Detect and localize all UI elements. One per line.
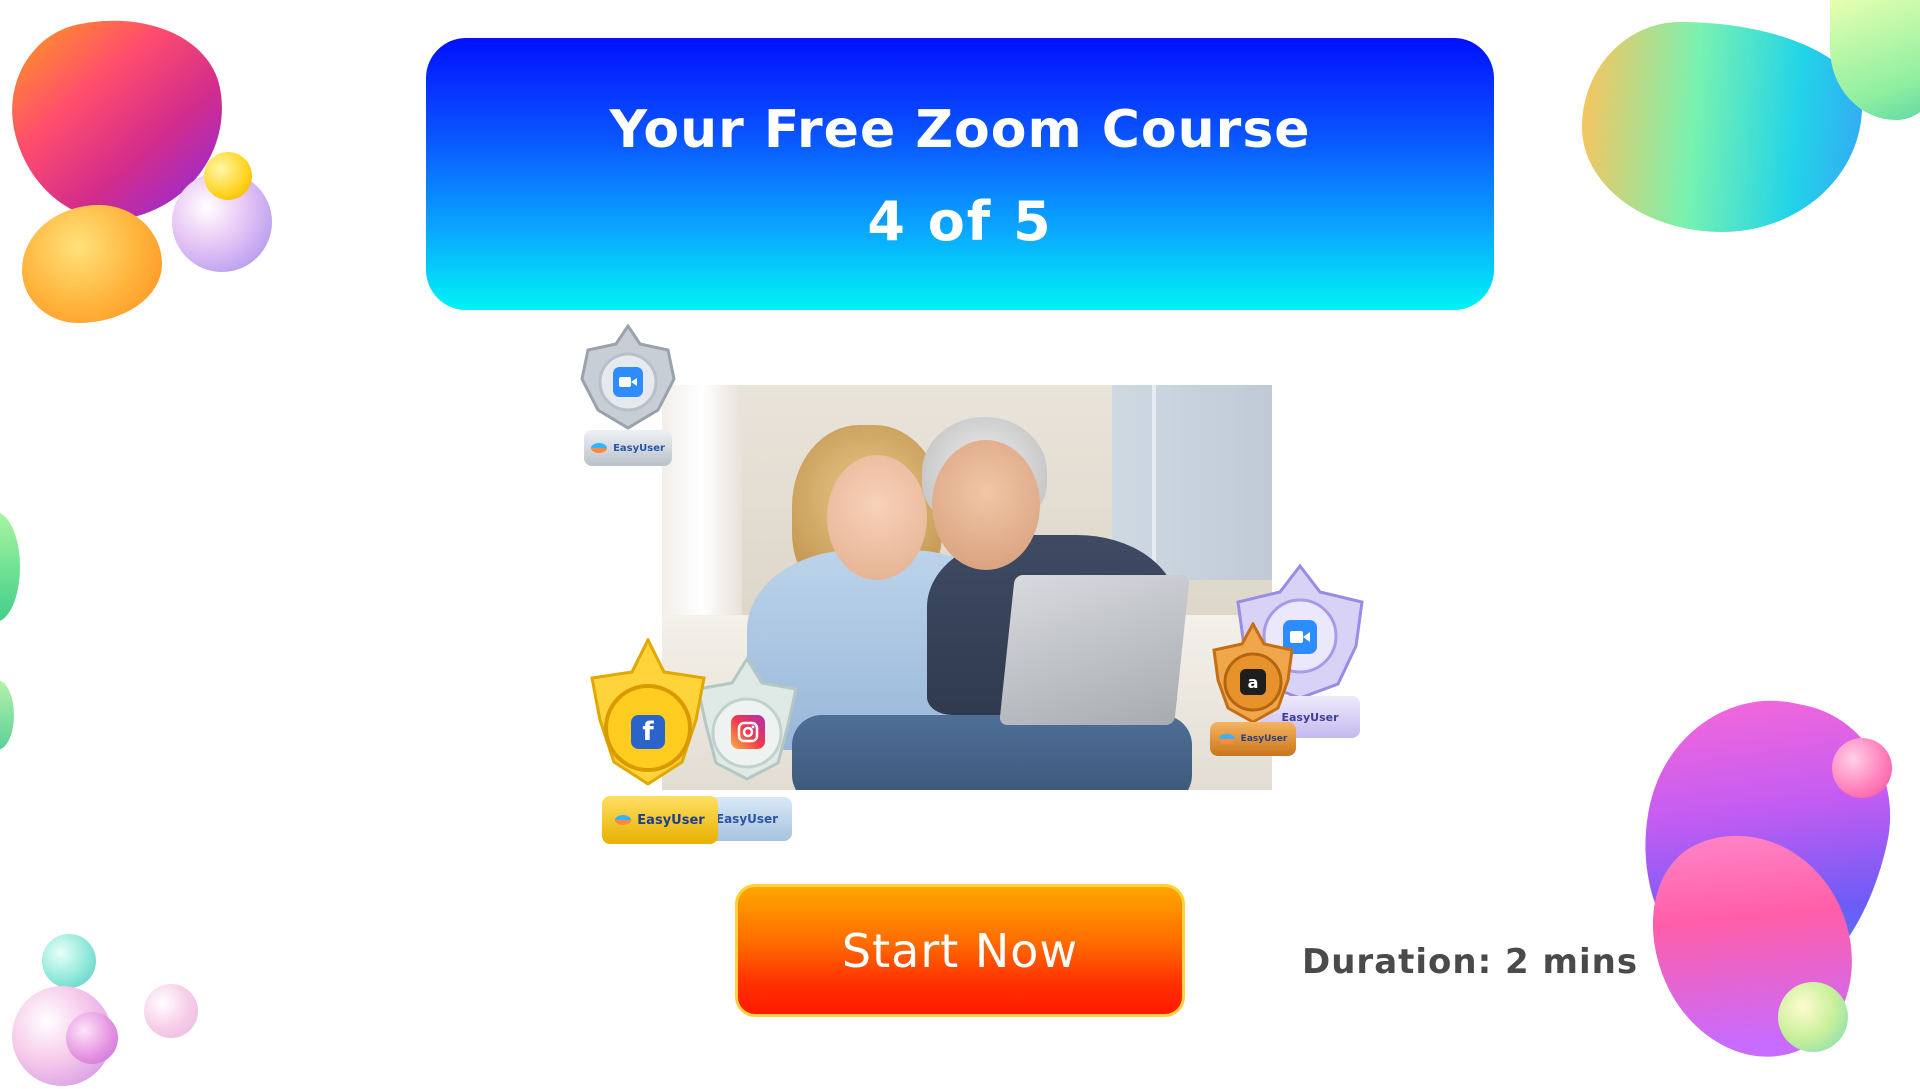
laptop-icon (999, 575, 1190, 725)
medal: a (1236, 665, 1270, 699)
medal: f (622, 706, 674, 758)
course-title: Your Free Zoom Course (609, 99, 1311, 160)
start-now-button[interactable]: Start Now (735, 884, 1185, 1017)
facebook-f-icon: f (631, 715, 665, 749)
ribbon-label: EasyUser (613, 442, 665, 454)
amazon-icon: a (1240, 669, 1266, 695)
ribbon-label: EasyUser (715, 812, 779, 826)
decorative-bubble (1778, 982, 1848, 1052)
woman-face (827, 455, 927, 580)
easyuser-logo-icon (1218, 734, 1235, 744)
decorative-blob (0, 680, 14, 750)
badge-zoom-silver: EasyUser (578, 324, 678, 474)
medal (611, 365, 645, 399)
course-progress: 4 of 5 (867, 189, 1053, 253)
decorative-bubble (42, 934, 96, 988)
course-header-card: Your Free Zoom Course 4 of 5 (426, 38, 1494, 310)
decorative-bubble (144, 984, 198, 1038)
decorative-blob (0, 512, 20, 622)
badge-ribbon: EasyUser (1210, 722, 1296, 756)
decorative-bubble (1832, 738, 1892, 798)
ribbon-label: EasyUser (637, 812, 705, 828)
amazon-glyph: a (1247, 672, 1259, 692)
badge-ribbon: EasyUser (584, 430, 672, 466)
instagram-icon (731, 715, 765, 749)
zoom-camera-icon (613, 367, 643, 397)
decorative-bubble (66, 1012, 118, 1064)
easyuser-logo-icon (615, 815, 632, 825)
decorative-bubble (204, 152, 252, 200)
decorative-blob (22, 205, 162, 323)
man-face (932, 440, 1040, 570)
facebook-glyph: f (642, 717, 654, 747)
badge-facebook-gold: f EasyUser (578, 638, 718, 848)
medal (728, 712, 768, 752)
jeans (792, 715, 1192, 790)
decorative-blob (1582, 22, 1862, 232)
badge-ribbon: EasyUser (602, 796, 718, 844)
badge-amazon-bronze: a EasyUser (1206, 622, 1300, 762)
ribbon-label: EasyUser (1240, 734, 1288, 744)
duration-label: Duration: 2 mins (1302, 942, 1639, 982)
easyuser-logo-icon (591, 443, 608, 453)
